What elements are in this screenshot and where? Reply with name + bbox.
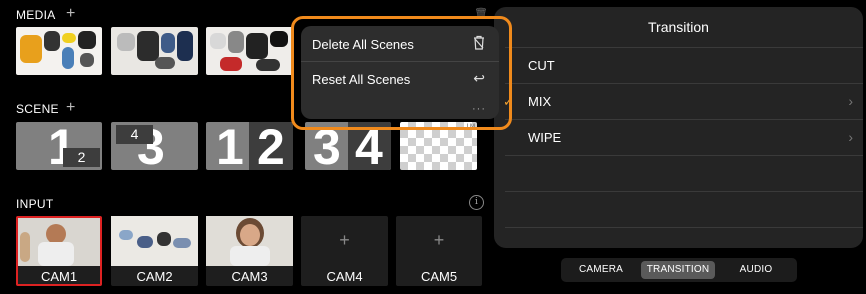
- input-cam2[interactable]: CAM2: [111, 216, 198, 286]
- input-cam5-label: CAM5: [420, 269, 458, 284]
- transition-option-cut-label: CUT: [528, 58, 555, 73]
- scene-3-right-number: 2: [257, 122, 285, 170]
- scene-thumbnail-3[interactable]: 1 2: [206, 122, 293, 170]
- scene-1-pip-number: 2: [63, 148, 100, 167]
- tab-camera[interactable]: CAMERA: [565, 261, 637, 279]
- delete-all-scenes-label: Delete All Scenes: [312, 37, 414, 52]
- scene-thumbnail-1[interactable]: 1 2: [16, 122, 102, 170]
- mode-segmented-control: CAMERA TRANSITION AUDIO: [561, 258, 797, 282]
- media-section-label: MEDIA: [16, 8, 56, 22]
- input-cam4-add-icon: +: [339, 230, 350, 250]
- add-scene-plus-icon[interactable]: +: [66, 100, 75, 116]
- input-cam3[interactable]: CAM3: [206, 216, 293, 286]
- scene-thumbnail-2[interactable]: 3 4: [111, 122, 198, 170]
- undo-icon: ↩: [473, 70, 485, 86]
- scene-section-label: SCENE: [16, 102, 59, 116]
- scene-options-popover: Delete All Scenes Reset All Scenes ↩ ···: [301, 26, 499, 119]
- media-thumbnail-1[interactable]: [16, 27, 102, 75]
- more-options-icon[interactable]: ···: [472, 103, 486, 115]
- transition-panel: Transition CUT ✓ MIX › WIPE ›: [494, 7, 863, 248]
- input-cam1[interactable]: CAM1: [16, 216, 102, 286]
- reset-all-scenes-menu-item[interactable]: Reset All Scenes ↩: [301, 62, 499, 96]
- input-cam5-add-icon: +: [433, 230, 445, 250]
- trash-icon: [473, 35, 485, 53]
- input-cam4[interactable]: + CAM4: [301, 216, 388, 286]
- input-section-label: INPUT: [16, 197, 54, 211]
- input-cam4-label: CAM4: [326, 269, 363, 284]
- media-thumbnail-2[interactable]: [111, 27, 198, 75]
- add-media-plus-icon[interactable]: +: [66, 6, 75, 22]
- scene-3-left-number: 1: [216, 122, 244, 170]
- transition-option-cut[interactable]: CUT: [505, 47, 863, 84]
- input-cam1-label: CAM1: [40, 269, 78, 284]
- chevron-right-icon: ›: [848, 93, 853, 109]
- tab-transition[interactable]: TRANSITION: [641, 261, 715, 279]
- media-thumbnail-3[interactable]: [206, 27, 293, 75]
- transition-empty-row-3: [505, 227, 863, 248]
- transition-panel-title: Transition: [648, 19, 709, 35]
- input-cam3-label: CAM3: [231, 269, 268, 284]
- scene-2-pip-number: 4: [116, 125, 153, 144]
- tab-audio[interactable]: AUDIO: [719, 261, 793, 279]
- transition-option-mix-label: MIX: [528, 94, 552, 109]
- transition-option-mix[interactable]: ✓ MIX ›: [503, 83, 863, 120]
- transition-empty-row-1: [505, 155, 863, 192]
- input-info-icon[interactable]: i: [469, 195, 484, 210]
- chevron-right-icon: ›: [848, 129, 853, 145]
- transition-empty-row-2: [505, 191, 863, 228]
- input-cam2-label: CAM2: [136, 269, 173, 284]
- input-cam5[interactable]: + CAM5: [396, 216, 482, 286]
- transition-option-wipe-label: WIPE: [528, 130, 562, 145]
- transition-option-wipe[interactable]: WIPE ›: [505, 119, 863, 156]
- reset-all-scenes-label: Reset All Scenes: [312, 72, 411, 87]
- delete-all-scenes-menu-item[interactable]: Delete All Scenes: [301, 27, 499, 61]
